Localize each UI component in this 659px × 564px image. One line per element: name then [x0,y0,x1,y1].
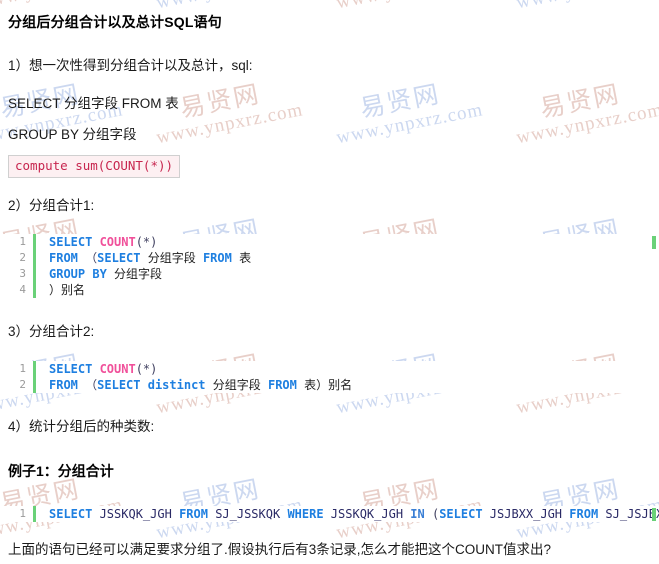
code-token: (*) [135,361,158,376]
inline-code-wrapper: compute sum(COUNT(*)) [0,154,659,178]
code-token: IN [410,506,432,521]
code-end-marker [652,236,656,250]
code-token: 分组字段 [147,251,203,266]
code-token: SELECT [439,506,490,521]
code-text: FROM （SELECT 分组字段 FROM 表 [49,250,659,266]
sql-plain-line-1: SELECT 分组字段 FROM 表 [8,96,179,112]
code-token: SELECT [97,251,148,266]
gutter-bar [33,376,36,393]
code-token: FROM [202,251,240,266]
gutter-bar [33,282,36,299]
code-end-marker [652,507,656,521]
code-token: JSSKQK_JGH [99,506,180,521]
code-line: 2 FROM （SELECT distinct 分组字段 FROM 表）别名 [0,376,659,393]
code-line: 1 SELECT JSSKQK_JGH FROM SJ_JSSKQK WHERE … [0,505,659,522]
paragraph-item-1: 1）想一次性得到分组合计以及总计，sql: [8,58,253,73]
code-token: JSSKQK_JGH [330,506,411,521]
line-number: 1 [19,361,26,375]
code-token: 分组字段 [114,267,163,282]
line-number: 4 [19,283,26,297]
gutter-bar [33,266,36,283]
code-token: 分组字段 [212,377,268,392]
paragraph-item-2: 2）分组合计1: [8,198,95,213]
heading-example-1: 例子1：分组合计 [8,462,114,479]
code-token: distinct [147,377,213,392]
code-token: FROM [49,251,86,266]
code-text: SELECT COUNT(*) [49,234,659,250]
code-line: 3 GROUP BY 分组字段 [0,266,659,283]
code-line: 2 FROM （SELECT 分组字段 FROM 表 [0,250,659,267]
code-token: COUNT [99,361,136,376]
code-token: GROUP BY [49,267,115,282]
code-text: SELECT COUNT(*) [49,361,659,377]
code-token: 表 [239,251,252,266]
code-token: WHERE [287,506,331,521]
inline-code-compute-sum[interactable]: compute sum(COUNT(*)) [8,154,181,178]
gutter-bar [33,250,36,267]
page-title: 分组后分组合计以及总计SQL语句 [8,14,222,30]
gutter-bar [33,360,36,377]
code-token: SELECT [49,361,100,376]
code-token: 表）别名 [304,377,353,392]
paragraph-closing: 上面的语句已经可以满足要求分组了.假设执行后有3条记录,怎么才能把这个COUNT… [8,541,552,557]
code-text: FROM （SELECT distinct 分组字段 FROM 表）别名 [49,377,659,393]
line-number: 1 [19,235,26,249]
code-block-2[interactable]: 1 SELECT COUNT(*) 2 FROM （SELECT distinct 分… [0,360,659,393]
code-token: SELECT [49,506,100,521]
line-number: 3 [19,267,26,281]
code-text: ）别名 [49,282,659,298]
paragraph-item-4: 4）统计分组后的种类数: [8,418,155,434]
gutter-bar [33,505,36,522]
code-line: 1 SELECT COUNT(*) [0,234,659,251]
code-token: ）别名 [49,283,86,298]
paragraph-item-3: 3）分组合计2: [8,324,95,340]
line-number: 2 [19,251,26,265]
code-text: SELECT JSSKQK_JGH FROM SJ_JSSKQK WHERE J… [49,506,659,522]
sql-plain-line-2: GROUP BY 分组字段 [8,126,137,142]
code-token: SELECT [49,235,100,250]
line-number: 1 [19,506,26,520]
code-token: FROM [179,506,216,521]
code-block-3[interactable]: 1 SELECT JSSKQK_JGH FROM SJ_JSSKQK WHERE … [0,505,659,522]
code-token: （ [85,377,98,392]
code-token: FROM [267,377,305,392]
code-token: FROM [49,377,86,392]
code-token: FROM [569,506,606,521]
code-token: （ [85,251,98,266]
code-token: SELECT [97,377,148,392]
code-block-1[interactable]: 1 SELECT COUNT(*) 2 FROM （SELECT 分组字段 FROM … [0,234,659,299]
code-line: 1 SELECT COUNT(*) [0,360,659,377]
code-token: SJ_JSJBXX [605,506,659,521]
gutter-bar [33,234,36,251]
document-content: 分组后分组合计以及总计SQL语句 1）想一次性得到分组合计以及总计，sql: S… [0,0,659,560]
code-token: JSJBXX_JGH [489,506,570,521]
code-line: 4 ）别名 [0,282,659,299]
code-token: COUNT [99,235,136,250]
code-text: GROUP BY 分组字段 [49,266,659,282]
code-token: (*) [135,235,158,250]
line-number: 2 [19,377,26,391]
code-token: SJ_JSSKQK [215,506,288,521]
